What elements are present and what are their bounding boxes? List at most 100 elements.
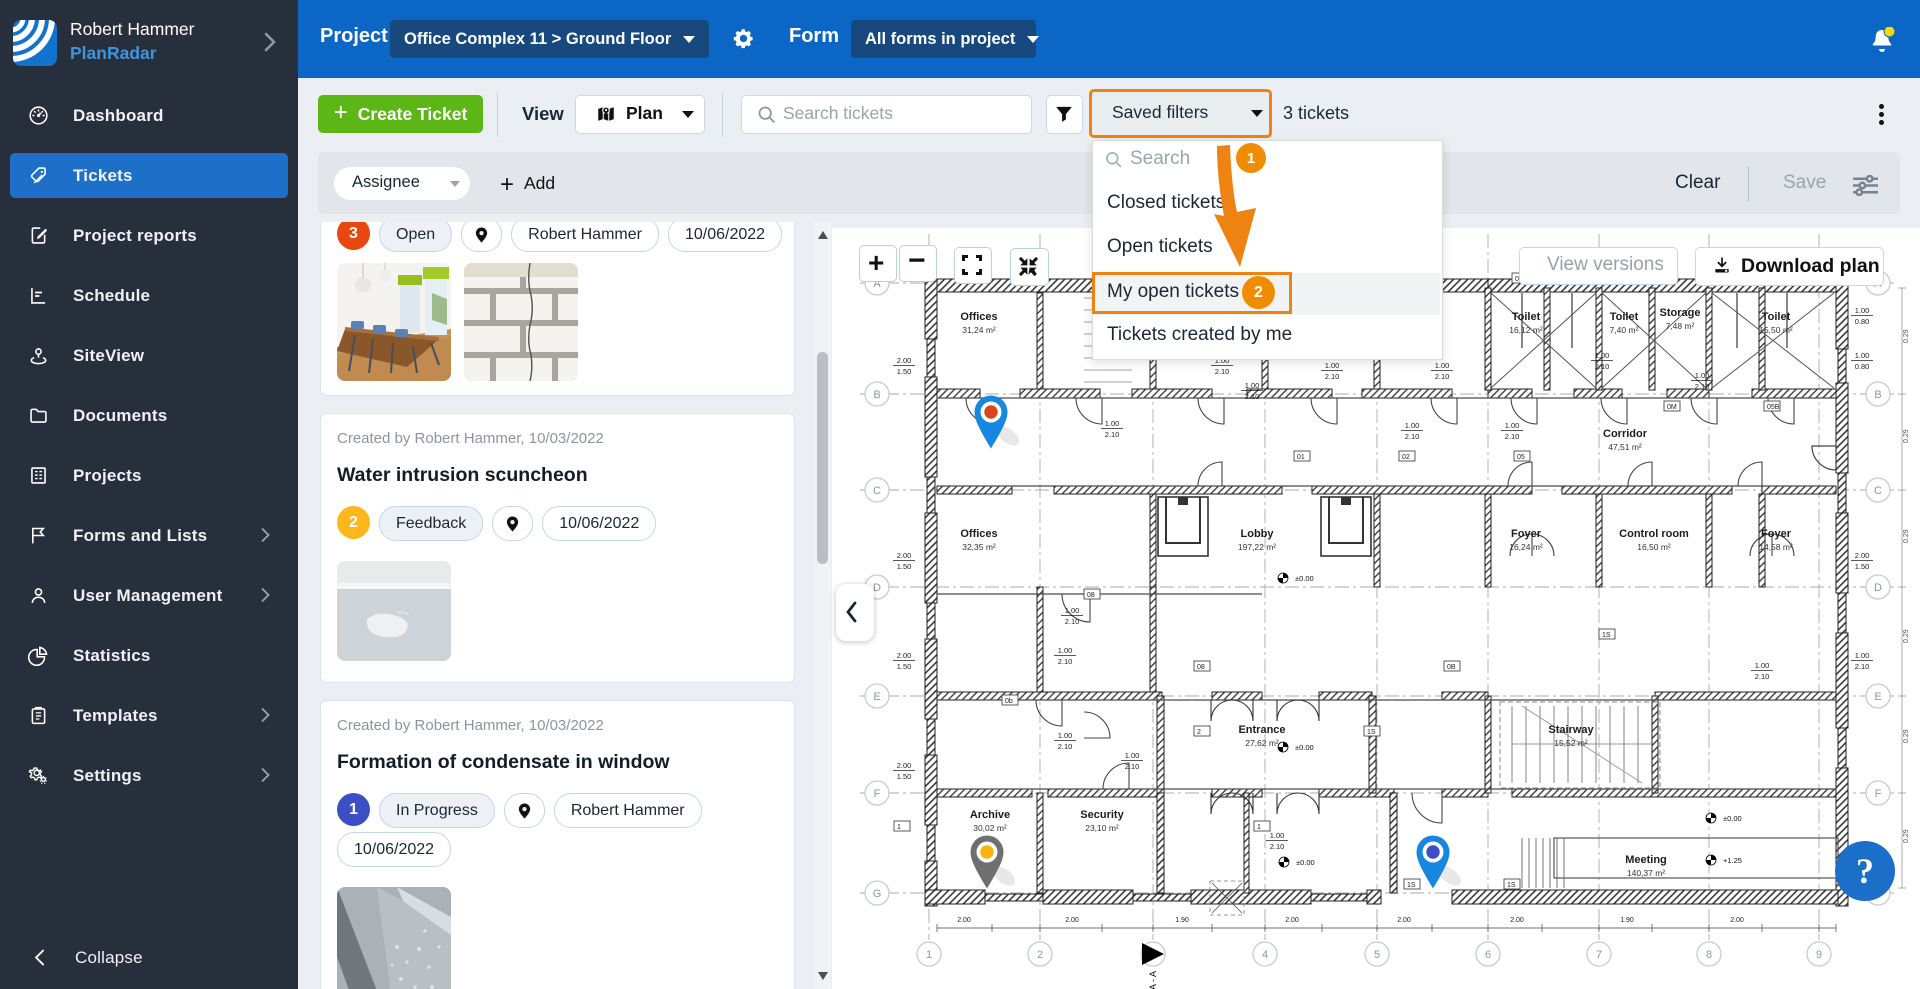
svg-text:Storage: Storage: [1660, 307, 1701, 319]
svg-text:Toilet: Toilet: [1762, 311, 1791, 323]
svg-text:C: C: [1874, 485, 1882, 497]
svg-text:32,35 m²: 32,35 m²: [962, 542, 996, 552]
svg-text:2.00: 2.00: [897, 551, 912, 560]
svg-text:2.10: 2.10: [1105, 430, 1120, 439]
svg-text:1.50: 1.50: [1855, 562, 1870, 571]
svg-text:Corridor: Corridor: [1603, 428, 1648, 440]
svg-text:02: 02: [1402, 454, 1410, 461]
svg-text:Toilet: Toilet: [1512, 311, 1541, 323]
svg-text:15,50 m²: 15,50 m²: [1759, 325, 1793, 335]
svg-text:0.29: 0.29: [1903, 729, 1910, 743]
svg-text:1.00: 1.00: [1270, 831, 1285, 840]
svg-text:1.00: 1.00: [1405, 421, 1420, 430]
svg-text:C: C: [873, 485, 881, 497]
svg-text:1.00: 1.00: [1695, 371, 1710, 380]
svg-text:G: G: [873, 888, 882, 900]
svg-text:08: 08: [1197, 664, 1205, 671]
svg-text:2.10: 2.10: [1855, 662, 1870, 671]
svg-text:197,22 m²: 197,22 m²: [1238, 542, 1276, 552]
svg-text:1: 1: [926, 949, 932, 961]
svg-text:0.29: 0.29: [1903, 429, 1910, 443]
svg-text:1.00: 1.00: [1505, 421, 1520, 430]
svg-text:2.00: 2.00: [897, 356, 912, 365]
svg-text:F: F: [874, 788, 881, 800]
svg-text:1.90: 1.90: [1175, 917, 1189, 924]
svg-text:140,37 m²: 140,37 m²: [1627, 868, 1665, 878]
svg-text:14,58 m²: 14,58 m²: [1759, 542, 1793, 552]
svg-text:0b: 0b: [1005, 698, 1013, 705]
svg-text:47,51 m²: 47,51 m²: [1608, 442, 1642, 452]
svg-text:±0.00: ±0.00: [1723, 814, 1742, 823]
svg-text:1S: 1S: [1367, 729, 1376, 736]
svg-text:E: E: [1874, 691, 1881, 703]
svg-text:6: 6: [1485, 949, 1491, 961]
svg-text:30,02 m²: 30,02 m²: [973, 823, 1007, 833]
svg-text:1.00: 1.00: [1058, 646, 1073, 655]
svg-text:2.10: 2.10: [1505, 432, 1520, 441]
svg-text:2.00: 2.00: [1855, 551, 1870, 560]
svg-text:4: 4: [1262, 949, 1268, 961]
svg-text:2.00: 2.00: [1065, 917, 1079, 924]
svg-text:1.90: 1.90: [1620, 917, 1634, 924]
svg-text:05: 05: [1517, 454, 1525, 461]
svg-text:Offices: Offices: [960, 311, 997, 323]
svg-text:1.00: 1.00: [1058, 731, 1073, 740]
svg-text:B: B: [873, 389, 880, 401]
svg-text:23,10 m²: 23,10 m²: [1085, 823, 1119, 833]
svg-text:A - A: A - A: [1148, 971, 1158, 989]
svg-text:±0.00: ±0.00: [1295, 574, 1314, 583]
svg-text:2.00: 2.00: [897, 761, 912, 770]
svg-text:5: 5: [1374, 949, 1380, 961]
svg-text:Stairway: Stairway: [1548, 724, 1594, 736]
svg-text:1.00: 1.00: [1435, 361, 1450, 370]
svg-text:8: 8: [1706, 949, 1712, 961]
svg-text:2.10: 2.10: [1325, 372, 1340, 381]
svg-text:16,24 m²: 16,24 m²: [1509, 542, 1543, 552]
svg-text:0B: 0B: [1447, 664, 1456, 671]
svg-text:1.00: 1.00: [1125, 751, 1140, 760]
svg-text:1.00: 1.00: [1595, 351, 1610, 360]
svg-text:Foyer: Foyer: [1511, 528, 1542, 540]
svg-text:0.29: 0.29: [1903, 529, 1910, 543]
svg-text:D: D: [1874, 582, 1882, 594]
svg-text:1.00: 1.00: [1855, 351, 1870, 360]
svg-text:16,50 m²: 16,50 m²: [1637, 542, 1671, 552]
svg-text:2.10: 2.10: [1595, 362, 1610, 371]
svg-text:2.10: 2.10: [1405, 432, 1420, 441]
svg-text:27,62 m²: 27,62 m²: [1245, 738, 1279, 748]
svg-text:7,40 m²: 7,40 m²: [1610, 325, 1639, 335]
svg-text:1.00: 1.00: [1755, 661, 1770, 670]
svg-text:1S: 1S: [1507, 882, 1516, 889]
svg-text:2.00: 2.00: [1397, 917, 1411, 924]
svg-text:2.10: 2.10: [1435, 372, 1450, 381]
svg-text:1.00: 1.00: [1855, 306, 1870, 315]
svg-text:Foyer: Foyer: [1761, 528, 1792, 540]
svg-text:Lobby: Lobby: [1241, 528, 1275, 540]
svg-text:Security: Security: [1080, 809, 1124, 821]
svg-text:Offices: Offices: [960, 528, 997, 540]
svg-text:7: 7: [1596, 949, 1602, 961]
svg-text:1S: 1S: [1602, 632, 1611, 639]
svg-text:31,24 m²: 31,24 m²: [962, 325, 996, 335]
svg-text:9: 9: [1816, 949, 1822, 961]
svg-text:Entrance: Entrance: [1238, 724, 1285, 736]
svg-text:0.80: 0.80: [1855, 317, 1870, 326]
svg-text:1.50: 1.50: [897, 367, 912, 376]
svg-text:2: 2: [1037, 949, 1043, 961]
svg-text:01: 01: [1297, 454, 1305, 461]
svg-text:08: 08: [1087, 592, 1095, 599]
svg-text:1S: 1S: [1407, 882, 1416, 889]
svg-text:0.29: 0.29: [1903, 329, 1910, 343]
svg-text:2.10: 2.10: [1058, 657, 1073, 666]
svg-text:2.00: 2.00: [1730, 917, 1744, 924]
svg-text:1.00: 1.00: [1105, 419, 1120, 428]
svg-text:1.50: 1.50: [897, 772, 912, 781]
svg-text:0.80: 0.80: [1855, 362, 1870, 371]
svg-text:2.10: 2.10: [1058, 742, 1073, 751]
svg-text:7,48 m²: 7,48 m²: [1666, 321, 1695, 331]
svg-text:2.10: 2.10: [1270, 842, 1285, 851]
svg-text:2.10: 2.10: [1245, 392, 1260, 401]
svg-text:2: 2: [1197, 729, 1201, 736]
svg-text:±0.00: ±0.00: [1295, 743, 1314, 752]
svg-text:05B: 05B: [1767, 404, 1780, 411]
